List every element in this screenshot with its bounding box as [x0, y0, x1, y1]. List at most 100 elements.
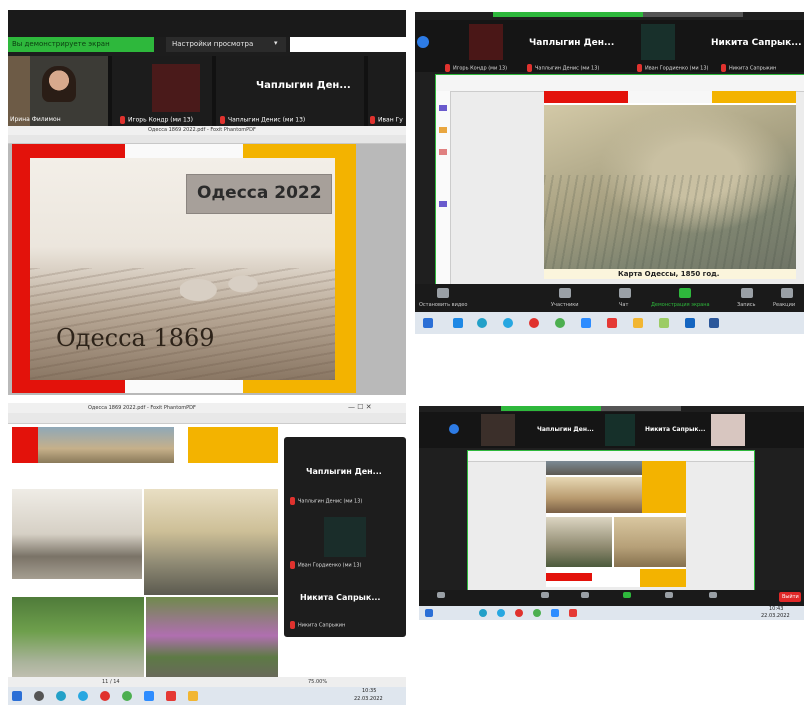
skype-icon[interactable] — [78, 691, 88, 701]
mic-muted-icon — [527, 64, 532, 72]
mic-muted-icon — [370, 116, 375, 124]
participant-sub: Никита Сапрыкин — [290, 621, 345, 629]
tools-panel — [436, 91, 451, 285]
mic-muted-icon — [290, 561, 295, 569]
skype-icon[interactable] — [503, 318, 513, 328]
chat-icon[interactable] — [581, 592, 589, 598]
video-icon[interactable] — [437, 288, 449, 298]
share-screen-icon[interactable] — [679, 288, 691, 298]
pdf-icon[interactable] — [166, 691, 176, 701]
share-indicator — [501, 406, 601, 411]
slide-caption: Карта Одессы, 1850 год. — [618, 270, 720, 278]
clock-date: 22.03.2022 — [761, 613, 790, 619]
mic-muted-icon — [290, 621, 295, 629]
info-icon[interactable] — [417, 36, 429, 48]
control-label: Реакции — [773, 302, 796, 308]
windows-start-icon[interactable] — [423, 318, 433, 328]
info-icon[interactable] — [449, 424, 459, 434]
participant-tile[interactable]: Чаплыгин Ден... Чаплыгин Денис (ми 13) — [216, 56, 364, 126]
edge-icon[interactable] — [56, 691, 66, 701]
participant-tile[interactable]: Ирина Филимон — [8, 56, 108, 126]
skype-icon[interactable] — [497, 609, 505, 617]
reactions-icon[interactable] — [709, 592, 717, 598]
video-icon[interactable] — [437, 592, 445, 598]
zoom-icon[interactable] — [551, 609, 559, 617]
slide-band-yellow — [712, 91, 796, 103]
slide-band-red — [12, 427, 38, 463]
word-icon[interactable] — [709, 318, 719, 328]
pdf-icon[interactable] — [569, 609, 577, 617]
zoom-controls: Остановить видео Участники Чат Демонстра… — [415, 284, 804, 312]
mail-icon[interactable] — [685, 318, 695, 328]
end-meeting-button[interactable]: Выйти — [779, 592, 801, 602]
chrome-icon[interactable] — [533, 609, 541, 617]
zoom-icon[interactable] — [581, 318, 591, 328]
opera-icon[interactable] — [100, 691, 110, 701]
paint-icon[interactable] — [659, 318, 669, 328]
record-icon[interactable] — [665, 592, 673, 598]
slide-title-box: Одесса 2022 — [186, 174, 332, 214]
participants-icon[interactable] — [559, 288, 571, 298]
highlight-icon[interactable] — [439, 127, 447, 133]
pdf-icon[interactable] — [607, 318, 617, 328]
video-thumb — [481, 414, 515, 446]
window-controls[interactable]: — ☐ ✕ — [348, 403, 372, 411]
odessa-1869-photo: Одесса 2022 Одесса 1869 — [30, 158, 335, 380]
taskbar: 10:35 22.03.2022 — [8, 687, 406, 705]
edge-icon[interactable] — [477, 318, 487, 328]
windows-start-icon[interactable] — [425, 609, 433, 617]
mic-muted-icon — [290, 497, 295, 505]
participant-sub: Чаплыгин Денис (ми 13) — [290, 497, 362, 505]
chrome-icon[interactable] — [555, 318, 565, 328]
participant-name: Никита Сапрык... — [300, 593, 381, 602]
street-photo-top — [38, 427, 174, 463]
zoom-icon[interactable] — [144, 691, 154, 701]
screenshot-top-right: Чаплыгин Ден... Никита Сапрык... Игорь К… — [415, 12, 804, 334]
control-label: Участники — [551, 302, 579, 308]
opera-icon[interactable] — [529, 318, 539, 328]
folder-icon[interactable] — [633, 318, 643, 328]
slide: Карта Одессы, 1850 год. — [544, 91, 796, 279]
slide-band-white — [628, 91, 712, 103]
participant-sub: Иван Гордиенко (ми 13) — [637, 64, 709, 72]
pen-icon[interactable] — [439, 105, 447, 111]
participant-name: Чаплыгин Денис (ми 13) — [220, 116, 305, 124]
participant-name: Ирина Филимон — [10, 116, 61, 123]
end-meeting-label: Выйти — [782, 594, 799, 600]
participant-name: Игорь Кондр (ми 13) — [120, 116, 193, 124]
view-options-button[interactable]: Настройки просмотра ▾ — [166, 37, 286, 52]
participants-icon[interactable] — [541, 592, 549, 598]
video-thumb — [469, 24, 503, 60]
windows-start-icon[interactable] — [12, 691, 22, 701]
share-indicator — [493, 12, 643, 17]
participant-tile[interactable]: Игорь Кондр (ми 13) — [112, 56, 212, 126]
clock-time: 10:43 — [769, 606, 784, 612]
record-icon[interactable] — [741, 288, 753, 298]
zoom-level: 75.00% — [308, 679, 328, 685]
pdf-statusbar: 11 / 14 75.00% — [8, 677, 406, 687]
shape-icon[interactable] — [439, 201, 447, 207]
folder-icon[interactable] — [188, 691, 198, 701]
edge-icon[interactable] — [479, 609, 487, 617]
city-photo-mid — [546, 477, 642, 513]
control-label: Демонстрация экрана — [651, 302, 710, 308]
chat-icon[interactable] — [619, 288, 631, 298]
chevron-down-icon: ▾ — [274, 39, 278, 47]
blossom-park-photo — [146, 597, 278, 683]
reactions-icon[interactable] — [781, 288, 793, 298]
mic-muted-icon — [721, 64, 726, 72]
slide — [12, 427, 278, 691]
share-screen-icon[interactable] — [623, 592, 631, 598]
pdf-titlebar: Одесса 1869 2022.pdf - Foxit PhantomPDF … — [8, 403, 406, 413]
taskbar-app-icon[interactable] — [453, 318, 463, 328]
eraser-icon[interactable] — [439, 149, 447, 155]
participant-tile[interactable]: Иван Гу — [368, 56, 406, 126]
search-icon[interactable] — [34, 691, 44, 701]
opera-icon[interactable] — [515, 609, 523, 617]
chrome-icon[interactable] — [122, 691, 132, 701]
slide-band-red — [544, 91, 628, 103]
participant-name: Никита Сапрык... — [645, 426, 706, 433]
participants-panel: Чаплыгин Ден... Чаплыгин Денис (ми 13) И… — [284, 437, 406, 637]
photo-caption: Одесса 1869 — [56, 324, 215, 352]
share-banner[interactable]: Вы демонстрируете экран — [8, 37, 154, 52]
